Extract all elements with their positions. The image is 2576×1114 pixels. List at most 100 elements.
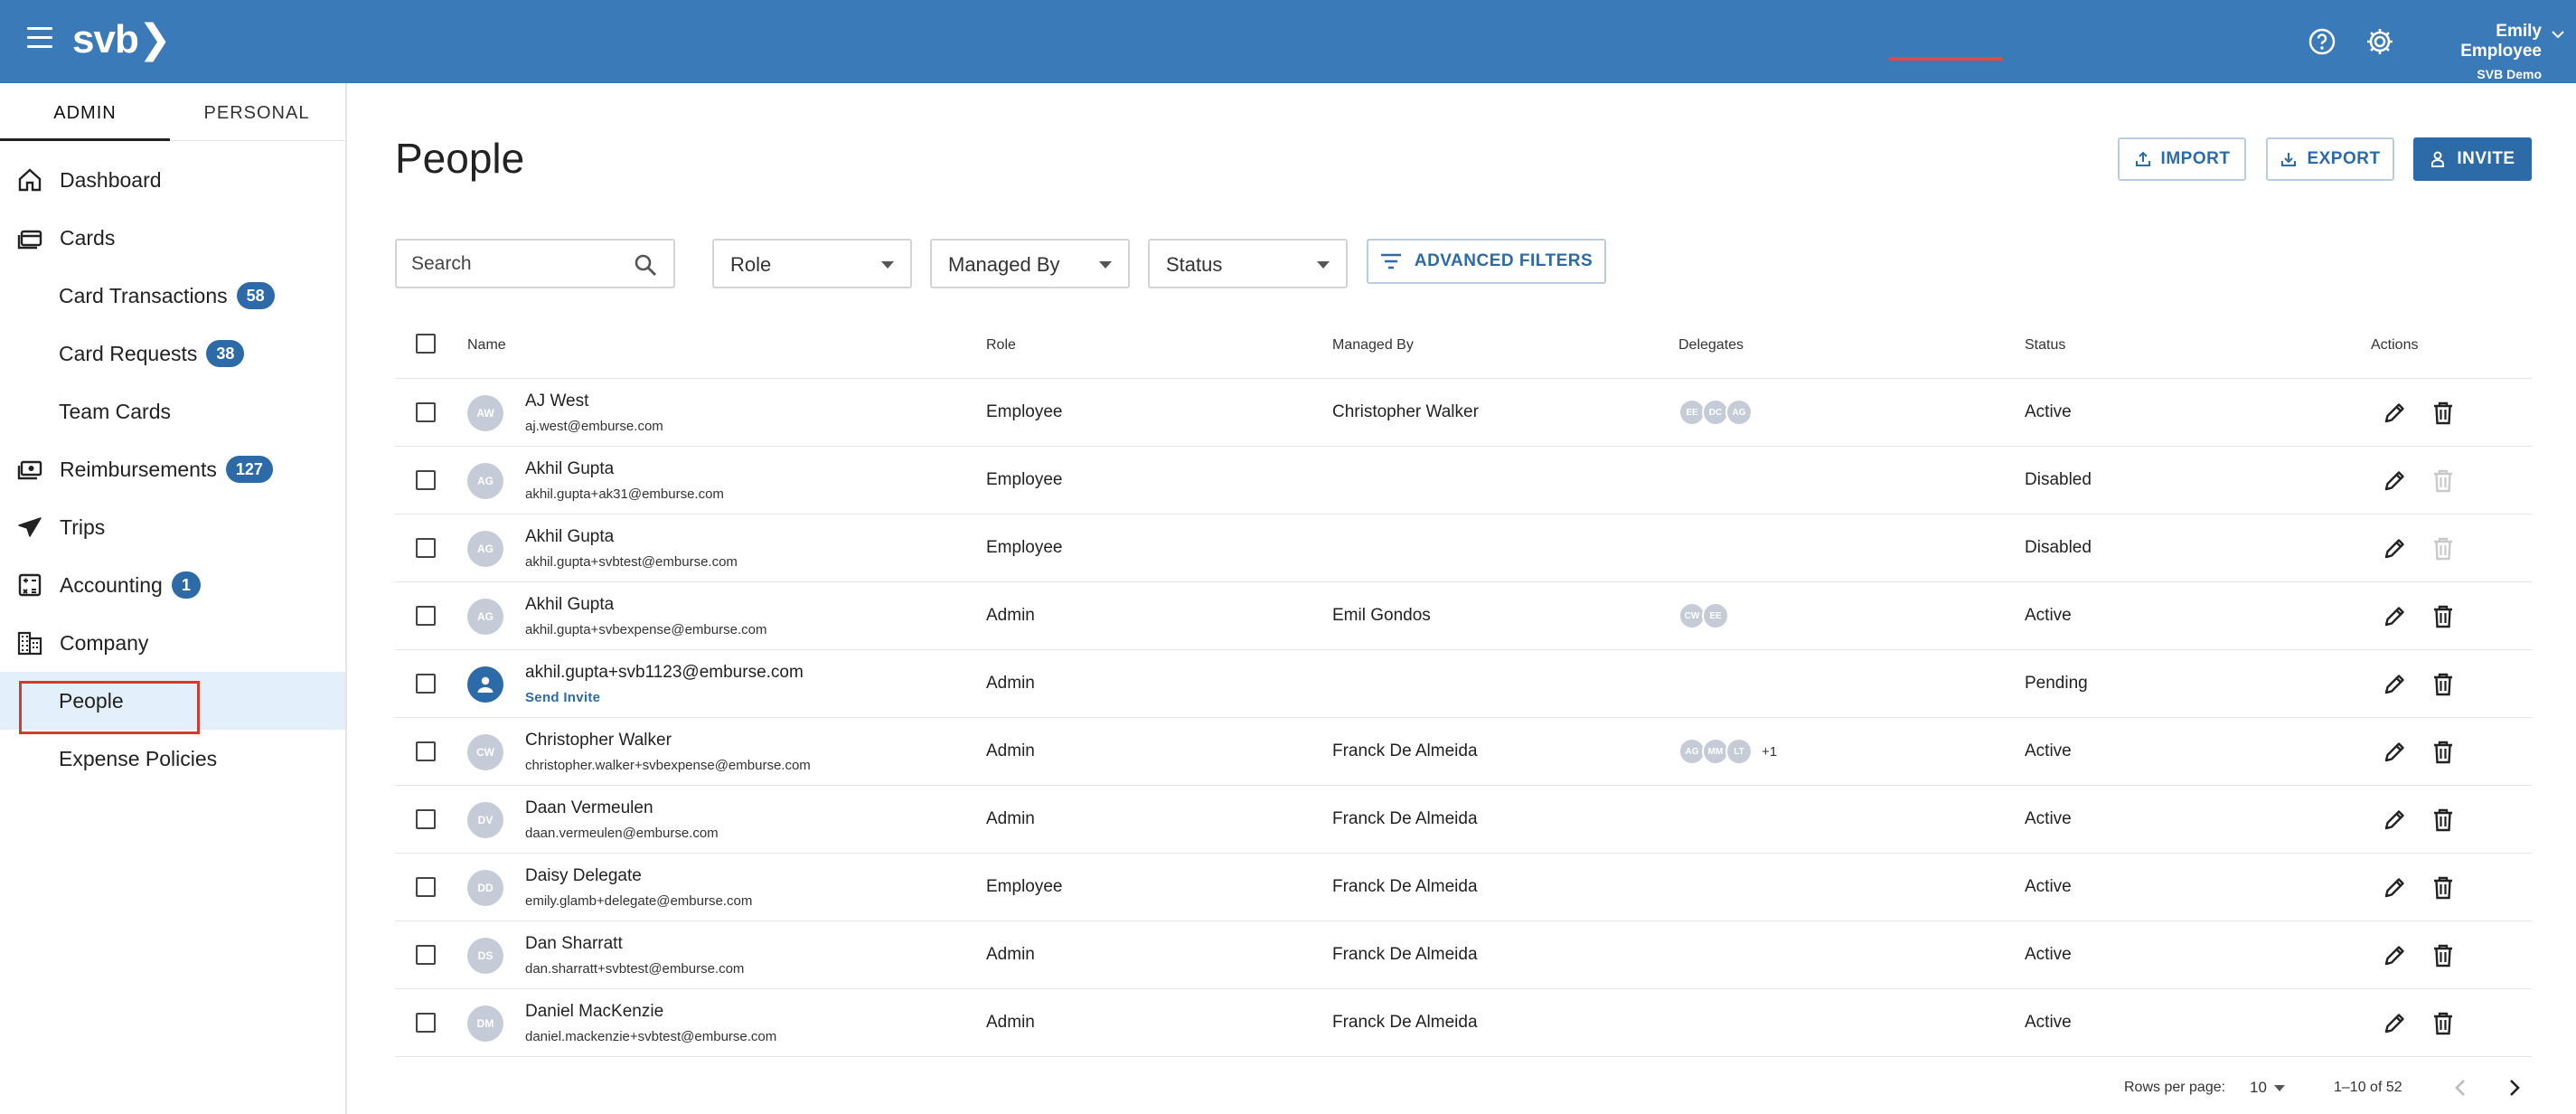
chevron-down-icon[interactable]	[2551, 27, 2565, 42]
delete-icon[interactable]	[2431, 943, 2455, 968]
search-icon[interactable]	[634, 253, 657, 277]
edit-icon[interactable]	[2382, 943, 2407, 968]
table-row[interactable]: DM Daniel MacKenzie daniel.mackenzie+svbte…	[395, 989, 2532, 1057]
row-checkbox[interactable]	[416, 606, 436, 626]
sidebar-item-dashboard[interactable]: Dashboard	[0, 151, 345, 209]
status-cell: Active	[2025, 402, 2072, 421]
help-icon[interactable]	[2308, 27, 2336, 56]
tab-personal[interactable]: PERSONAL	[172, 83, 342, 141]
delete-icon[interactable]	[2431, 536, 2455, 562]
table-row[interactable]: DV Daan Vermeulen daan.vermeulen@emburse.c…	[395, 786, 2532, 854]
accounting-icon	[18, 573, 42, 597]
person-name[interactable]: Daisy Delegate	[525, 866, 642, 886]
person-name[interactable]: Daniel MacKenzie	[525, 1002, 663, 1022]
status-filter-select[interactable]: Status	[1148, 239, 1348, 288]
menu-icon[interactable]	[27, 27, 52, 51]
gear-icon[interactable]	[2364, 26, 2395, 57]
role-cell: Admin	[986, 809, 1035, 828]
person-name[interactable]: Akhil Gupta	[525, 459, 614, 479]
sidebar-item-accounting[interactable]: Accounting 1	[0, 556, 345, 614]
tab-admin[interactable]: ADMIN	[0, 83, 170, 141]
sidebar-item-reimbursements[interactable]: Reimbursements 127	[0, 440, 345, 498]
invite-button[interactable]: INVITE	[2413, 137, 2532, 181]
delete-icon[interactable]	[2431, 875, 2455, 901]
person-name[interactable]: Daan Vermeulen	[525, 798, 653, 818]
row-checkbox[interactable]	[416, 877, 436, 897]
role-filter-select[interactable]: Role	[712, 239, 912, 288]
table-row[interactable]: AG Akhil Gupta akhil.gupta+svbtest@emburse…	[395, 515, 2532, 582]
brand-logo[interactable]: svb❯	[72, 16, 172, 62]
page-range: 1–10 of 52	[2334, 1080, 2402, 1095]
status-cell: Disabled	[2025, 470, 2092, 489]
column-header-status[interactable]: Status	[2025, 337, 2065, 354]
delegate-avatar: LT	[1725, 738, 1753, 765]
sidebar-item-team-cards[interactable]: Team Cards	[0, 382, 345, 440]
row-checkbox[interactable]	[416, 741, 436, 761]
edit-icon[interactable]	[2382, 740, 2407, 765]
row-checkbox[interactable]	[416, 402, 436, 422]
sidebar-item-company[interactable]: Company	[0, 614, 345, 672]
edit-icon[interactable]	[2382, 875, 2407, 901]
pagination: Rows per page: 10 1–10 of 52	[2124, 1074, 2531, 1101]
row-checkbox[interactable]	[416, 809, 436, 829]
user-menu[interactable]: Emily Employee SVB Demo Company	[2430, 22, 2565, 96]
sidebar-item-card-requests[interactable]: Card Requests 38	[0, 325, 345, 382]
caret-down-icon[interactable]	[2274, 1085, 2285, 1091]
send-invite-link[interactable]: Send Invite	[525, 690, 600, 705]
row-checkbox[interactable]	[416, 945, 436, 965]
table-row[interactable]: DD Daisy Delegate emily.glamb+delegate@emb…	[395, 854, 2532, 921]
table-row[interactable]: AG Akhil Gupta akhil.gupta+svbexpense@embu…	[395, 582, 2532, 650]
managed-by-filter-select[interactable]: Managed By	[930, 239, 1130, 288]
avatar: AG	[467, 599, 503, 635]
person-email: daniel.mackenzie+svbtest@emburse.com	[525, 1029, 777, 1044]
import-button[interactable]: IMPORT	[2118, 137, 2246, 181]
person-name[interactable]: Akhil Gupta	[525, 527, 614, 547]
sidebar-item-expense-policies[interactable]: Expense Policies	[0, 730, 345, 788]
edit-icon[interactable]	[2382, 604, 2407, 629]
person-name[interactable]: AJ West	[525, 392, 588, 411]
edit-icon[interactable]	[2382, 401, 2407, 426]
delete-icon[interactable]	[2431, 604, 2455, 629]
edit-icon[interactable]	[2382, 672, 2407, 697]
row-checkbox[interactable]	[416, 470, 436, 490]
edit-icon[interactable]	[2382, 1011, 2407, 1036]
chevron-left-icon[interactable]	[2449, 1076, 2473, 1100]
chevron-right-icon[interactable]	[2502, 1076, 2525, 1100]
column-header-managed-by[interactable]: Managed By	[1332, 337, 1414, 354]
sidebar-item-cards[interactable]: Cards	[0, 209, 345, 267]
edit-icon[interactable]	[2382, 468, 2407, 494]
delete-icon[interactable]	[2431, 468, 2455, 494]
edit-icon[interactable]	[2382, 536, 2407, 562]
column-header-name[interactable]: Name	[467, 337, 506, 354]
row-checkbox[interactable]	[416, 1013, 436, 1033]
table-row[interactable]: AG Akhil Gupta akhil.gupta+ak31@emburse.co…	[395, 447, 2532, 515]
sidebar-item-trips[interactable]: Trips	[0, 498, 345, 556]
row-checkbox[interactable]	[416, 538, 436, 558]
column-header-role[interactable]: Role	[986, 337, 1016, 354]
edit-icon[interactable]	[2382, 807, 2407, 833]
person-name[interactable]: Christopher Walker	[525, 731, 672, 751]
advanced-filters-button[interactable]: ADVANCED FILTERS	[1367, 239, 1606, 284]
rows-per-page-select[interactable]: 10	[2250, 1079, 2267, 1097]
table-row[interactable]: akhil.gupta+svb1123@emburse.com Send Invi…	[395, 650, 2532, 718]
delete-icon[interactable]	[2431, 401, 2455, 426]
person-name[interactable]: Akhil Gupta	[525, 595, 614, 615]
delete-icon[interactable]	[2431, 672, 2455, 697]
table-row[interactable]: CW Christopher Walker christopher.walker+s…	[395, 718, 2532, 786]
person-name[interactable]: Dan Sharratt	[525, 934, 623, 954]
sidebar-item-label: Trips	[60, 515, 106, 539]
sidebar-item-card-transactions[interactable]: Card Transactions 58	[0, 267, 345, 325]
delete-icon[interactable]	[2431, 740, 2455, 765]
table-header: Name Role Managed By Delegates Status Ac…	[395, 312, 2532, 379]
row-checkbox[interactable]	[416, 674, 436, 694]
select-all-checkbox[interactable]	[416, 334, 436, 354]
table-row[interactable]: DS Dan Sharratt dan.sharratt+svbtest@embur…	[395, 921, 2532, 989]
table-row[interactable]: AW AJ West aj.west@emburse.com Employee Chri…	[395, 379, 2532, 447]
search-input[interactable]	[411, 250, 628, 278]
plane-icon	[18, 517, 42, 537]
search-field[interactable]	[395, 239, 675, 288]
person-icon	[477, 676, 494, 693]
export-button[interactable]: EXPORT	[2266, 137, 2394, 181]
delete-icon[interactable]	[2431, 807, 2455, 833]
delete-icon[interactable]	[2431, 1011, 2455, 1036]
